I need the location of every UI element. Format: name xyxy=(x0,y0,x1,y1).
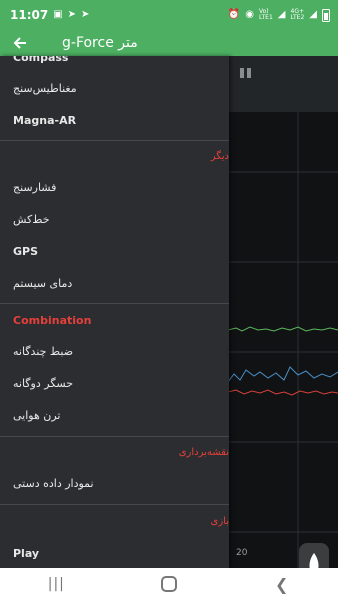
app-bar: g-Force متر xyxy=(0,30,338,56)
system-back-button[interactable]: ❮ xyxy=(267,572,297,596)
navigation-drawer: Compass مغناطیس‌سنج Magna-AR دیگر فشارسن… xyxy=(0,56,229,568)
series-red-line xyxy=(228,389,338,396)
send-icon: ➤ xyxy=(67,9,77,20)
chart-panel: 20 xyxy=(228,56,338,568)
recent-apps-button[interactable]: ||| xyxy=(41,572,71,596)
section-header-combination: Combination xyxy=(13,313,92,327)
signal-icon: ◢ xyxy=(277,9,286,20)
x-axis-tick-label: 20 xyxy=(236,548,248,558)
recent-apps-icon: ||| xyxy=(47,576,65,592)
network-sub-label: LTE2 xyxy=(290,14,305,21)
arrow-left-icon xyxy=(13,37,26,49)
status-left: 11:07 ▣ ➤ ➤ xyxy=(10,8,89,22)
drawer-item-ruler[interactable]: خط‌کش xyxy=(0,204,229,234)
drawer-divider xyxy=(0,140,229,141)
drawer-item-multi-recording[interactable]: ضبط چندگانه xyxy=(0,336,229,366)
drawer-item-barometer[interactable]: فشارسنج xyxy=(0,172,229,202)
status-bar: 11:07 ▣ ➤ ➤ ⏰ ◉ Vo) LTE1 ◢ 4G+ LTE2 ◢ xyxy=(0,0,338,30)
pause-icon[interactable] xyxy=(240,68,251,78)
chevron-left-icon: ❮ xyxy=(274,574,289,594)
drawer-divider xyxy=(0,303,229,304)
drawer-item-manual-data-chart[interactable]: نمودار داده دستی xyxy=(0,468,229,498)
wifi-icon: ◉ xyxy=(245,9,254,20)
home-button[interactable] xyxy=(154,572,184,596)
section-header-mapping: نقشه‌برداری xyxy=(178,446,229,458)
drawer-item-system-temperature[interactable]: دمای سیستم xyxy=(0,268,229,298)
chart-toolbar xyxy=(228,56,338,112)
system-nav-bar: ||| ❮ xyxy=(0,568,338,600)
drawer-divider xyxy=(0,436,229,437)
home-icon xyxy=(160,576,177,592)
back-button[interactable] xyxy=(0,30,40,56)
status-right: ⏰ ◉ Vo) LTE1 ◢ 4G+ LTE2 ◢ xyxy=(227,8,330,22)
section-header-games: بازی xyxy=(210,515,230,527)
battery-icon xyxy=(322,8,330,22)
drawer-divider xyxy=(0,504,229,505)
app-title: g-Force متر xyxy=(62,35,138,51)
drawer-item-roller-coaster[interactable]: ترن هوایی xyxy=(0,400,229,430)
network-indicator-2: 4G+ LTE2 xyxy=(291,9,305,21)
status-time: 11:07 xyxy=(10,8,49,22)
network-sub-label: LTE1 xyxy=(259,14,273,21)
image-icon: ▣ xyxy=(53,9,63,20)
drawer-item-gps[interactable]: GPS xyxy=(0,236,229,266)
drawer-item-dual-sensor[interactable]: حسگر دوگانه xyxy=(0,368,229,398)
series-green-line xyxy=(228,326,338,332)
drawer-item-compass[interactable]: Compass xyxy=(0,56,229,72)
chart-plot xyxy=(228,112,338,568)
drawer-item-play[interactable]: Play xyxy=(0,538,229,568)
network-indicator-1: Vo) LTE1 xyxy=(259,9,273,21)
signal-icon-2: ◢ xyxy=(309,9,317,20)
drawer-item-magnetometer[interactable]: مغناطیس‌سنج xyxy=(0,73,229,103)
alarm-icon: ⏰ xyxy=(227,9,241,20)
drawer-item-magna-ar[interactable]: Magna-AR xyxy=(0,105,229,135)
section-header-other: دیگر xyxy=(210,150,229,162)
series-blue-line xyxy=(228,366,338,383)
send-icon-2: ➤ xyxy=(81,9,90,20)
